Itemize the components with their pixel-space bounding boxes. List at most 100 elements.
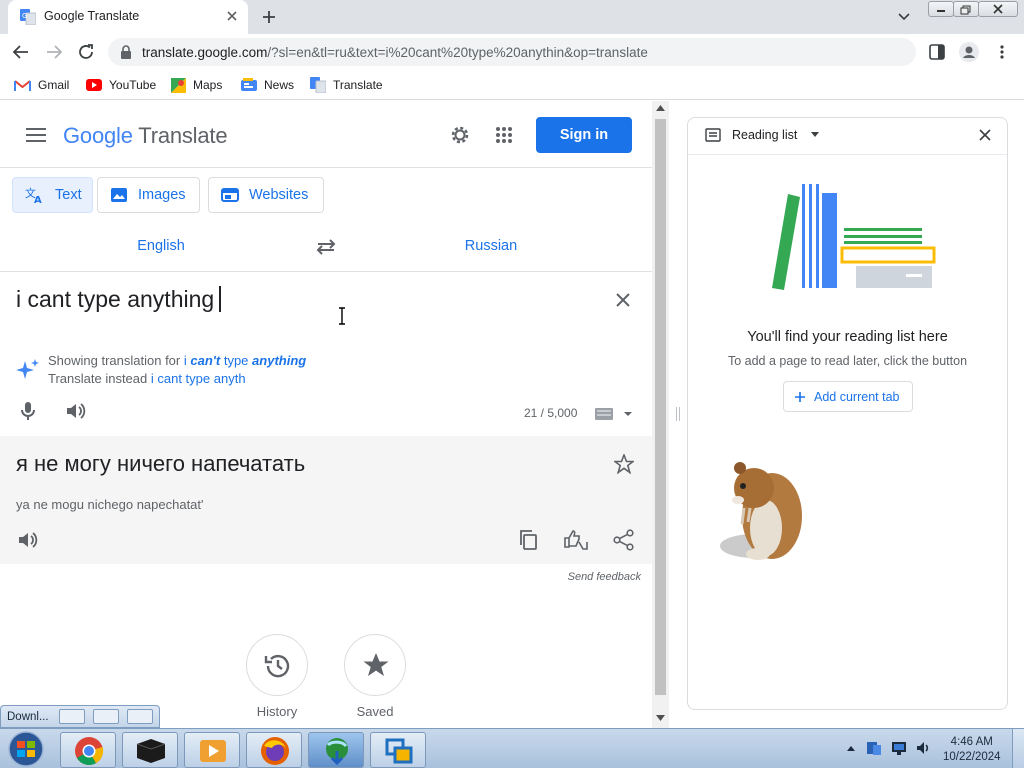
source-textarea[interactable]: i cant type anything (16, 286, 222, 313)
close-tab-icon[interactable] (224, 8, 240, 24)
back-arrow-icon[interactable] (12, 43, 30, 61)
saved-button[interactable] (344, 634, 406, 696)
apps-grid-icon[interactable] (495, 126, 513, 144)
websites-mode-label: Websites (249, 187, 309, 203)
close-window-button[interactable] (978, 1, 1018, 17)
restore-window-button[interactable] (953, 1, 979, 17)
lock-icon[interactable] (120, 45, 132, 59)
instead-prefix: Translate instead (48, 371, 148, 386)
side-panel-resize-handle[interactable] (669, 101, 687, 728)
clock-time: 4:46 AM (950, 736, 993, 748)
copy-icon[interactable] (518, 529, 538, 551)
drag-grip (676, 407, 680, 421)
settings-gear-icon[interactable] (449, 124, 471, 146)
website-icon (221, 187, 239, 203)
language-bar-divider (0, 271, 652, 272)
scroll-up-arrow-icon[interactable] (656, 105, 665, 111)
forward-arrow-icon[interactable] (45, 43, 63, 61)
clock[interactable]: 4:46 AM 10/22/2024 (943, 735, 1001, 765)
saved-label: Saved (356, 704, 394, 719)
scroll-down-arrow-icon[interactable] (656, 715, 665, 721)
reading-list-icon (705, 128, 721, 142)
images-mode-button[interactable]: Images (97, 177, 200, 213)
tab-google-translate[interactable]: G Google Translate (8, 0, 248, 34)
globe-download-icon (322, 736, 352, 766)
translate-icon (310, 77, 326, 93)
history-label: History (256, 704, 298, 719)
taskbar-firefox[interactable] (246, 732, 302, 768)
clear-source-icon[interactable] (614, 291, 632, 309)
websites-mode-button[interactable]: Websites (208, 177, 324, 213)
target-language-button[interactable]: Russian (330, 229, 652, 263)
showing-prefix: Showing translation for (48, 353, 181, 368)
send-feedback-link[interactable]: Send feedback (540, 571, 641, 583)
tab-strip: G Google Translate (0, 0, 1024, 34)
translate-instead-link[interactable]: i cant type anyth (151, 371, 246, 386)
saved-star-icon (362, 651, 390, 679)
bookmark-youtube[interactable]: YouTube (86, 77, 156, 93)
source-language-button[interactable]: English (0, 229, 322, 263)
profile-avatar-icon[interactable] (959, 42, 979, 62)
minimize-window-button[interactable] (928, 1, 954, 17)
gmail-icon (14, 79, 31, 92)
volume-icon[interactable] (916, 740, 932, 756)
text-mode-label: Text (55, 187, 82, 203)
reload-icon[interactable] (77, 43, 95, 61)
address-bar[interactable]: translate.google.com/?sl=en&tl=ru&text=i… (108, 38, 916, 66)
firefox-icon (260, 736, 290, 766)
start-button-icon[interactable] (6, 731, 46, 767)
network-monitor-icon[interactable] (891, 741, 907, 755)
listen-source-icon[interactable] (66, 402, 86, 420)
tray-app-icon[interactable] (866, 740, 882, 756)
panel-dropdown-icon[interactable] (810, 132, 820, 138)
text-mode-button[interactable]: 文A Text (12, 177, 93, 213)
correction-type: type (223, 353, 249, 368)
image-icon (110, 187, 128, 203)
save-star-icon[interactable] (614, 454, 634, 474)
taskbar-app-2[interactable] (122, 732, 178, 768)
sign-in-button[interactable]: Sign in (536, 117, 632, 153)
rate-translation-icon[interactable] (563, 529, 589, 551)
keyboard-icon[interactable] (595, 408, 613, 420)
chevron-down-icon[interactable] (896, 8, 912, 24)
more-menu-icon[interactable] (995, 43, 1009, 61)
url-text: translate.google.com/?sl=en&tl=ru&text=i… (142, 45, 648, 60)
main-menu-icon[interactable] (26, 127, 46, 143)
bookmark-maps[interactable]: Maps (171, 77, 222, 93)
side-panel-icon[interactable] (928, 43, 946, 61)
url-path: /?sl=en&tl=ru&text=i%20cant%20type%20any… (267, 45, 648, 60)
bookmark-news[interactable]: News (241, 77, 294, 93)
close-icon[interactable] (127, 709, 153, 724)
page-scrollbar[interactable] (652, 101, 669, 728)
new-tab-icon[interactable] (260, 8, 278, 26)
history-button[interactable] (246, 634, 308, 696)
google-translate-logo[interactable]: Google Translate (63, 123, 228, 149)
restore-icon[interactable] (59, 709, 85, 724)
keyboard-dropdown-icon[interactable] (623, 410, 633, 418)
maximize-icon[interactable] (93, 709, 119, 724)
correction-link[interactable]: i can't type anything (184, 353, 306, 368)
black-box-icon (135, 738, 167, 764)
reading-list-title[interactable]: Reading list (732, 128, 797, 142)
scrollbar-thumb[interactable] (655, 119, 666, 695)
close-panel-icon[interactable] (979, 129, 991, 141)
taskbar-chrome[interactable] (60, 732, 116, 768)
bookmark-gmail[interactable]: Gmail (14, 77, 69, 93)
news-icon (241, 78, 257, 92)
bookmark-label: News (264, 78, 295, 92)
header-divider (0, 167, 652, 168)
plus-icon (794, 391, 806, 403)
share-translation-icon[interactable] (613, 529, 635, 551)
show-desktop-button[interactable] (1012, 729, 1024, 768)
download-window-tab[interactable]: Downl... (0, 705, 160, 728)
add-current-tab-button[interactable]: Add current tab (783, 381, 913, 412)
microphone-icon[interactable] (19, 401, 37, 421)
add-current-tab-label: Add current tab (814, 389, 900, 404)
taskbar-media-player[interactable] (184, 732, 240, 768)
taskbar-download-manager[interactable] (308, 732, 364, 768)
translation-text: я не могу ничего напечатать (16, 451, 306, 476)
taskbar-virtualbox[interactable] (370, 732, 426, 768)
show-hidden-icons-icon[interactable] (846, 744, 856, 752)
bookmark-translate[interactable]: Translate (310, 77, 383, 93)
listen-translation-icon[interactable] (18, 531, 38, 549)
